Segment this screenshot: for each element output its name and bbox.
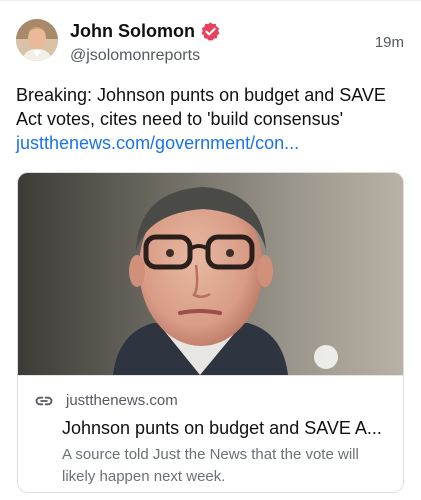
top-divider xyxy=(0,0,421,1)
card-description: A source told Just the News that the vot… xyxy=(62,446,359,485)
post-timestamp: 19m xyxy=(374,34,404,51)
card-divider xyxy=(18,375,403,376)
link-preview-card[interactable]: justthenews.com Johnson punts on budget … xyxy=(17,172,404,493)
post-body: Breaking: Johnson punts on budget and SA… xyxy=(16,83,408,155)
author-handle[interactable]: @jsolomonreports xyxy=(70,45,350,67)
verified-badge-icon xyxy=(200,21,221,42)
avatar-image xyxy=(16,19,58,61)
post-header: John Solomon @jsolomonreports 19m xyxy=(16,19,410,65)
card-domain: justthenews.com xyxy=(66,392,178,409)
post-text-line-2: Act votes, cites need to 'build consensu… xyxy=(16,109,344,129)
link-icon xyxy=(34,391,54,411)
card-title[interactable]: Johnson punts on budget and SAVE A... xyxy=(62,416,396,440)
card-domain-row: justthenews.com xyxy=(34,390,178,412)
post-link[interactable]: justthenews.com/government/con... xyxy=(16,131,408,155)
author-names: John Solomon @jsolomonreports xyxy=(70,19,350,67)
display-name-row: John Solomon xyxy=(70,19,350,43)
card-image xyxy=(18,173,403,375)
display-name[interactable]: John Solomon xyxy=(70,19,195,43)
avatar[interactable] xyxy=(16,19,58,61)
post-text-line-1: Breaking: Johnson punts on budget and SA… xyxy=(16,85,386,105)
